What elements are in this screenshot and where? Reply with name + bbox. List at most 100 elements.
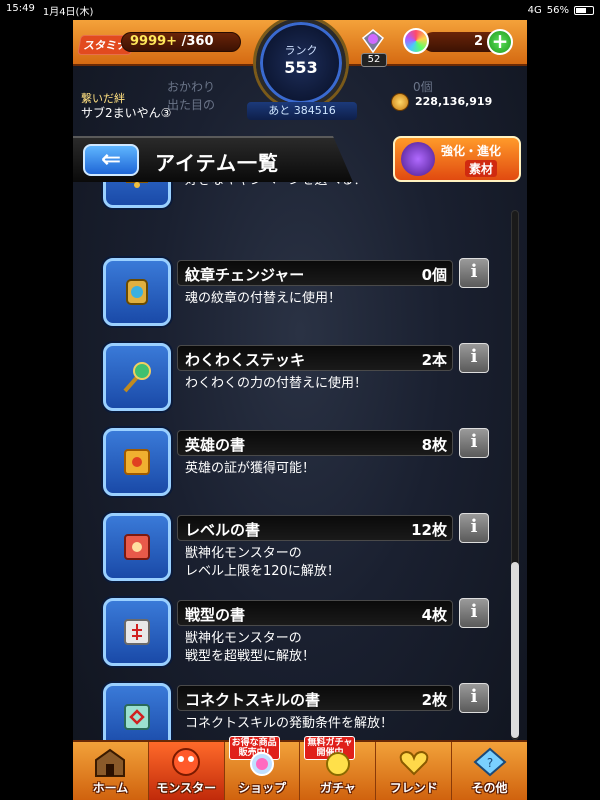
- background-label: おかわり 出た目の: [167, 78, 215, 114]
- gem-count: 52: [361, 53, 387, 67]
- item-thumbnail[interactable]: [103, 258, 171, 326]
- nav-other[interactable]: ? その他: [452, 742, 527, 800]
- list-item[interactable]: わくわくステッキ 2本 i わくわくの力の付替えに使用！: [103, 343, 489, 419]
- rank-badge[interactable]: ランク 553: [256, 20, 346, 108]
- scroll-icon: [124, 704, 150, 730]
- stamina-max: /360: [181, 34, 214, 49]
- rank-value: 553: [284, 58, 318, 77]
- nav-monster[interactable]: モンスター: [148, 742, 225, 800]
- emblem-changer-icon: [126, 279, 148, 305]
- scroll-icon: [124, 534, 150, 560]
- other-menu-icon: ?: [473, 747, 507, 777]
- item-description: 魂の紋章の付替えに使用！: [185, 291, 342, 306]
- bond-value: サブ2まいやん③: [81, 106, 172, 120]
- scroll-icon: [124, 449, 150, 475]
- nav-friend[interactable]: フレンド: [376, 742, 453, 800]
- item-name: 英雄の書: [185, 436, 246, 454]
- info-button[interactable]: i: [459, 258, 489, 288]
- info-button[interactable]: i: [459, 343, 489, 373]
- info-button[interactable]: i: [459, 598, 489, 628]
- status-time: 15:49: [6, 2, 35, 14]
- list-item[interactable]: 好きなキャンペーンを選べる！: [103, 182, 489, 216]
- list-item[interactable]: 戦型の書 4枚 i 獣神化モンスターの 戦型を超戦型に解放！: [103, 598, 489, 674]
- scroll-icon: [124, 619, 150, 645]
- list-item[interactable]: 英雄の書 8枚 i 英雄の証が獲得可能！: [103, 428, 489, 504]
- orb-icon[interactable]: [403, 28, 429, 54]
- item-description: 獣神化モンスターの レベル上限を120に解放！: [185, 546, 340, 579]
- back-button[interactable]: ⇐: [83, 144, 139, 176]
- background-label-line2: 出た目の: [167, 98, 216, 112]
- info-button[interactable]: i: [459, 428, 489, 458]
- battery-icon: [574, 5, 594, 15]
- friend-icon: [399, 750, 429, 776]
- status-bar: 15:49 1月4日(木) 4G 56%: [0, 0, 600, 20]
- item-count: 2枚: [421, 691, 447, 709]
- background-count: 0個: [413, 80, 433, 94]
- orb-count: 2: [473, 34, 483, 49]
- nav-gacha-label: ガチャ: [319, 781, 356, 795]
- battery-percent: 56%: [546, 4, 569, 16]
- stamina-current: 9999+: [130, 34, 178, 49]
- gem-icon[interactable]: [360, 28, 386, 54]
- material-label-line1: 強化・進化: [441, 144, 502, 158]
- svg-text:?: ?: [486, 756, 492, 770]
- info-button[interactable]: i: [459, 513, 489, 543]
- nav-gacha[interactable]: 無料ガチャ 開催中 ガチャ: [300, 736, 377, 800]
- item-thumbnail[interactable]: [103, 343, 171, 411]
- item-description: わくわくの力の付替えに使用！: [185, 376, 368, 391]
- item-count: 8枚: [421, 436, 447, 454]
- network-indicator: 4G: [527, 4, 542, 16]
- status-date: 1月4日(木): [42, 6, 94, 18]
- item-name: コネクトスキルの書: [185, 691, 321, 709]
- gold-coin-icon: [391, 93, 409, 111]
- material-icon: [401, 142, 435, 176]
- item-thumbnail[interactable]: [103, 513, 171, 581]
- item-description: 英雄の証が獲得可能！: [185, 461, 316, 476]
- page-title: アイテム一覧: [155, 151, 279, 175]
- item-thumbnail[interactable]: [103, 598, 171, 666]
- item-description: 獣神化モンスターの 戦型を超戦型に解放！: [185, 631, 316, 664]
- nav-friend-label: フレンド: [389, 781, 438, 795]
- item-name: 紋章チェンジャー: [185, 266, 305, 284]
- item-count: 12枚: [411, 521, 447, 539]
- gacha-icon: [325, 752, 350, 776]
- game-screen: スタミナ 9999+ /360 ランク 553 あと 384516 52 2 +…: [73, 20, 527, 800]
- info-button[interactable]: i: [459, 683, 489, 713]
- bell-icon: [125, 182, 149, 188]
- rank-next-exp: あと 384516: [247, 102, 357, 120]
- item-thumbnail[interactable]: [103, 182, 171, 208]
- item-name: 戦型の書: [185, 606, 246, 624]
- item-count: 4枚: [421, 606, 447, 624]
- list-item[interactable]: レベルの書 12枚 i 獣神化モンスターの レベル上限を120に解放！: [103, 513, 489, 589]
- letterbox-left: [0, 20, 73, 800]
- background-label-line1: おかわり: [167, 80, 216, 94]
- nav-shop[interactable]: お得な商品 販売中! ショップ: [225, 736, 301, 800]
- magic-wand-icon: [123, 362, 151, 393]
- item-description: 好きなキャンペーンを選べる！: [185, 182, 366, 190]
- nav-home-label: ホーム: [92, 781, 129, 795]
- buy-orb-button[interactable]: +: [487, 29, 513, 55]
- gold-amount: 228,136,919: [415, 95, 493, 108]
- letterbox-right: [527, 20, 600, 800]
- list-item[interactable]: 紋章チェンジャー 0個 i 魂の紋章の付替えに使用！: [103, 258, 489, 334]
- monster-icon: [172, 748, 201, 776]
- bottom-nav: ホーム モンスター お得な商品 販売中! ショップ 無料ガチャ 開催中 ガチャ: [73, 736, 527, 800]
- nav-other-label: その他: [471, 781, 508, 795]
- home-icon: [95, 748, 126, 777]
- item-description: コネクトスキルの発動条件を解放！: [185, 716, 394, 731]
- item-thumbnail[interactable]: [103, 428, 171, 496]
- item-count: 2本: [421, 351, 447, 369]
- item-name: レベルの書: [185, 521, 261, 539]
- nav-monster-label: モンスター: [156, 781, 217, 795]
- enhance-material-button[interactable]: 強化・進化 素材: [393, 136, 521, 182]
- rank-label: ランク: [284, 44, 318, 57]
- item-count: 0個: [421, 266, 447, 284]
- nav-shop-label: ショップ: [238, 781, 287, 795]
- scrollbar-thumb[interactable]: [511, 562, 519, 738]
- stamina-meter[interactable]: 9999+ /360: [121, 32, 241, 52]
- item-list[interactable]: 好きなキャンペーンを選べる！ 紋章チェンジャー 0個 i 魂の紋章の付替えに使用…: [73, 182, 527, 760]
- orb-shop-icon: [250, 752, 275, 776]
- item-name: わくわくステッキ: [185, 351, 306, 369]
- nav-home[interactable]: ホーム: [73, 742, 149, 800]
- material-label-line2: 素材: [465, 160, 498, 177]
